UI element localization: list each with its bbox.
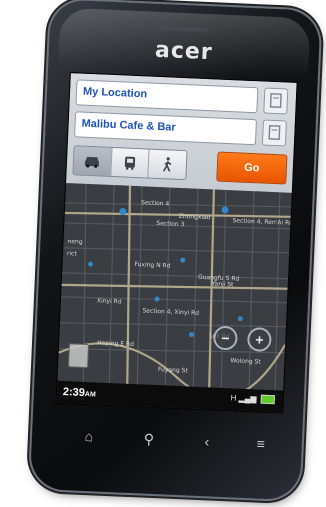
map-label: Fuyang St xyxy=(158,366,189,374)
from-contacts-button[interactable] xyxy=(263,87,289,115)
mode-transit-button[interactable] xyxy=(111,147,150,178)
plus-icon: + xyxy=(254,331,264,348)
to-contacts-button[interactable] xyxy=(261,119,287,147)
home-button[interactable]: ⌂ xyxy=(73,421,104,452)
home-icon: ⌂ xyxy=(84,428,94,445)
status-icons: H ▂▄▆ xyxy=(230,393,275,405)
map-label: Xinyi Rd xyxy=(97,297,122,305)
map-label: neng xyxy=(67,238,83,246)
map-label: Yanji St xyxy=(211,280,235,288)
mode-walking-button[interactable] xyxy=(148,149,187,180)
map-label: Wolong St xyxy=(230,357,261,365)
signal-icon: ▂▄▆ xyxy=(238,393,257,404)
mode-driving-button[interactable] xyxy=(73,146,113,176)
route-panel: My Location Malibu Cafe & Bar Go xyxy=(66,73,297,193)
layers-button[interactable] xyxy=(67,343,90,369)
status-clock: 2:39AM xyxy=(63,386,96,399)
back-button[interactable]: ‹ xyxy=(191,426,222,457)
clock-ampm: AM xyxy=(84,390,96,399)
clock-time: 2:39 xyxy=(62,386,86,399)
travel-mode-selector xyxy=(72,145,188,181)
car-icon xyxy=(85,156,100,168)
search-button[interactable]: ⚲ xyxy=(133,423,164,454)
map-label: Section 4 xyxy=(141,199,169,207)
minus-icon: − xyxy=(220,329,230,347)
map-label: Zhongxiao xyxy=(179,213,211,221)
network-type: H xyxy=(230,393,237,403)
bus-icon xyxy=(124,156,136,171)
menu-button[interactable]: ≡ xyxy=(245,428,276,459)
battery-icon xyxy=(260,395,275,405)
to-field[interactable]: Malibu Cafe & Bar xyxy=(74,111,257,146)
phone-screen: Section 4 Section 4, Ren'Ai Rd Section 3… xyxy=(55,72,298,414)
search-icon: ⚲ xyxy=(143,430,155,447)
map-label: rict xyxy=(67,250,78,257)
from-field[interactable]: My Location xyxy=(75,79,259,114)
go-button[interactable]: Go xyxy=(216,151,288,185)
bookmark-icon xyxy=(268,125,281,140)
back-icon: ‹ xyxy=(204,433,210,450)
menu-icon: ≡ xyxy=(256,435,266,452)
walk-icon xyxy=(162,157,172,172)
phone-device: acer Section 4 Section 4, Ren'Ai Rd Sect… xyxy=(29,0,321,501)
bookmark-icon xyxy=(269,93,282,108)
map-label: Section 3 xyxy=(156,220,184,228)
